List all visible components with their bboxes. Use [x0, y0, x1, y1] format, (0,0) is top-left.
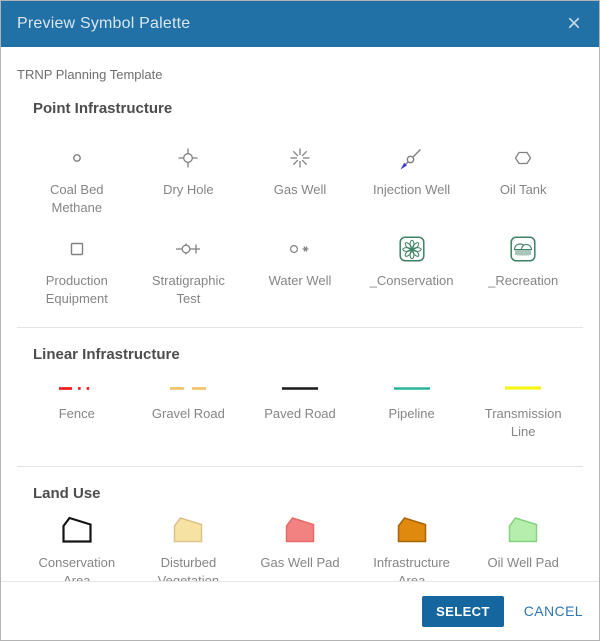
symbol-cell-disturbed-vegetation: Disturbed Vegetation: [133, 502, 245, 581]
symbol-cell-conservation-area: Conservation Area: [21, 502, 133, 581]
oil-tank-symbol: [514, 141, 532, 175]
gas-well-symbol: [290, 141, 310, 175]
landuse-symbol-row: Conservation Area Disturbed Vegetation G…: [21, 502, 579, 581]
symbol-cell-conservation: _Conservation: [356, 232, 468, 307]
dry-hole-symbol: [177, 141, 199, 175]
transmission-line-symbol: [505, 381, 541, 395]
symbol-label: Oil Well Pad: [488, 554, 559, 572]
symbol-label: Conservation Area: [28, 554, 126, 581]
dialog-footer: SELECT CANCEL: [1, 581, 599, 640]
symbol-label: Paved Road: [264, 405, 336, 423]
symbol-label: _Recreation: [488, 272, 558, 290]
linear-symbol-row: Fence Gravel Road Paved Road: [21, 363, 579, 440]
oil-well-pad-polygon-symbol: [506, 514, 540, 546]
template-name: TRNP Planning Template: [17, 67, 583, 82]
preview-symbol-palette-dialog: Preview Symbol Palette × TRNP Planning T…: [0, 0, 600, 641]
dialog-content: TRNP Planning Template Point Infrastruct…: [1, 47, 599, 581]
stratigraphic-test-symbol: [175, 232, 201, 266]
section-divider: [17, 466, 583, 467]
symbol-label: Fence: [59, 405, 95, 423]
dialog-titlebar: Preview Symbol Palette ×: [1, 1, 599, 47]
symbol-label: _Conservation: [370, 272, 454, 290]
section-heading-point-infrastructure: Point Infrastructure: [33, 100, 567, 117]
select-button[interactable]: SELECT: [422, 596, 504, 627]
symbol-cell-gas-well-pad: Gas Well Pad: [244, 502, 356, 581]
symbol-label: Gas Well Pad: [260, 554, 339, 572]
symbol-cell-water-well: Water Well: [244, 232, 356, 307]
point-symbol-row-2: Production Equipment Stratigraphic Test: [21, 232, 579, 307]
cancel-button[interactable]: CANCEL: [524, 603, 583, 619]
symbol-cell-pipeline: Pipeline: [356, 363, 468, 440]
symbol-cell-gas-well: Gas Well: [244, 141, 356, 216]
symbol-label: Pipeline: [388, 405, 434, 423]
point-symbol-row-1: Coal Bed Methane Dry Hole: [21, 141, 579, 216]
symbol-cell-recreation: _Recreation: [467, 232, 579, 307]
symbol-cell-stratigraphic-test: Stratigraphic Test: [133, 232, 245, 307]
symbol-cell-fence: Fence: [21, 363, 133, 440]
symbol-label: Transmission Line: [474, 405, 572, 440]
symbol-label: Coal Bed Methane: [28, 181, 126, 216]
paved-road-line-symbol: [282, 381, 318, 395]
symbol-cell-dry-hole: Dry Hole: [133, 141, 245, 216]
injection-well-symbol: [399, 141, 425, 175]
symbol-cell-oil-tank: Oil Tank: [467, 141, 579, 216]
dialog-title: Preview Symbol Palette: [17, 15, 190, 33]
production-equipment-symbol: [70, 232, 84, 266]
recreation-icon: [510, 232, 536, 266]
symbol-label: Gas Well: [274, 181, 327, 199]
symbol-cell-transmission-line: Transmission Line: [467, 363, 579, 440]
symbol-cell-production-equipment: Production Equipment: [21, 232, 133, 307]
fence-line-symbol: [59, 381, 95, 395]
symbol-label: Oil Tank: [500, 181, 547, 199]
symbol-label: Disturbed Vegetation: [139, 554, 237, 581]
symbol-label: Gravel Road: [152, 405, 225, 423]
coal-bed-methane-symbol: [72, 141, 82, 175]
pipeline-line-symbol: [394, 381, 430, 395]
symbol-cell-coal-bed-methane: Coal Bed Methane: [21, 141, 133, 216]
symbol-label: Dry Hole: [163, 181, 214, 199]
symbol-cell-gravel-road: Gravel Road: [133, 363, 245, 440]
gravel-road-line-symbol: [170, 381, 206, 395]
conservation-area-polygon-symbol: [60, 514, 94, 546]
gas-well-pad-polygon-symbol: [283, 514, 317, 546]
symbol-cell-infrastructure-area: Infrastructure Area: [356, 502, 468, 581]
section-heading-linear-infrastructure: Linear Infrastructure: [33, 346, 567, 363]
symbol-label: Water Well: [269, 272, 332, 290]
conservation-icon: [399, 232, 425, 266]
symbol-label: Production Equipment: [28, 272, 126, 307]
section-divider: [17, 327, 583, 328]
water-well-symbol: [288, 232, 312, 266]
symbol-cell-paved-road: Paved Road: [244, 363, 356, 440]
section-heading-land-use: Land Use: [33, 485, 567, 502]
close-icon[interactable]: ×: [565, 12, 583, 36]
symbol-label: Infrastructure Area: [363, 554, 461, 581]
infrastructure-area-polygon-symbol: [395, 514, 429, 546]
symbol-cell-injection-well: Injection Well: [356, 141, 468, 216]
symbol-cell-oil-well-pad: Oil Well Pad: [467, 502, 579, 581]
symbol-label: Injection Well: [373, 181, 450, 199]
symbol-label: Stratigraphic Test: [139, 272, 237, 307]
disturbed-vegetation-polygon-symbol: [171, 514, 205, 546]
